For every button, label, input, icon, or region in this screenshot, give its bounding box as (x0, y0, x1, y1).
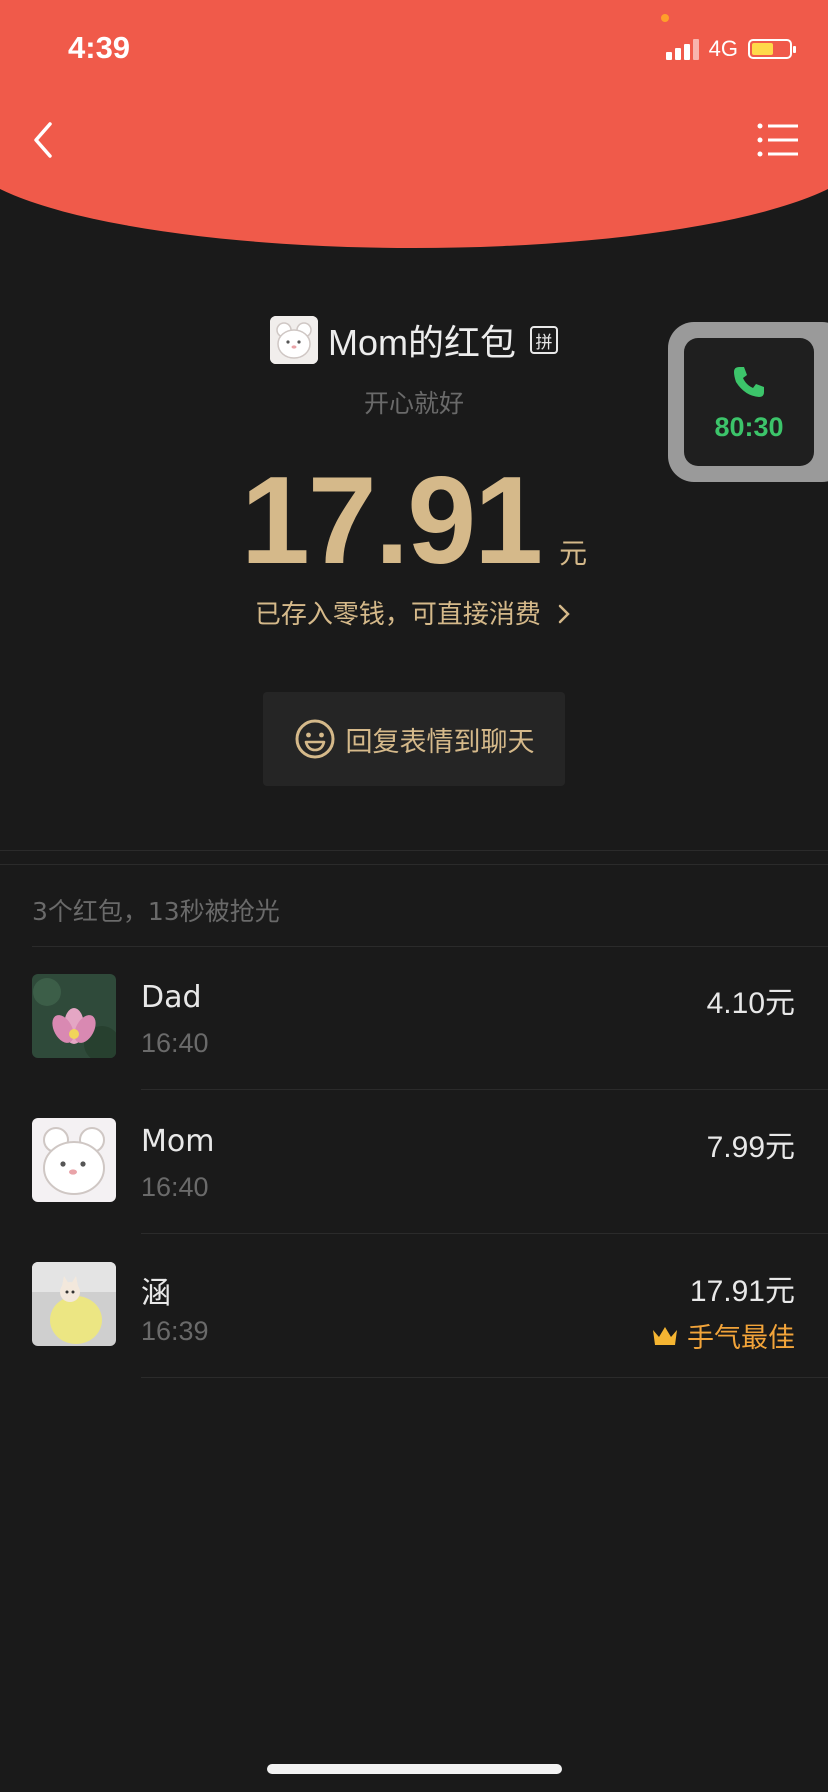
recipient-time: 16:40 (141, 1028, 209, 1058)
section-divider (0, 864, 828, 865)
phone-icon (734, 366, 764, 397)
lotus-avatar-icon (32, 974, 116, 1058)
list-item[interactable]: Dad 16:40 4.10元 (0, 946, 828, 1090)
status-indicators: 4G (665, 36, 796, 62)
network-type: 4G (708, 36, 738, 61)
call-widget-body: 80:30 (684, 338, 814, 466)
recipient-time: 16:39 (141, 1316, 209, 1346)
best-luck-label: 手气最佳 (687, 1323, 795, 1354)
avatar (32, 1262, 116, 1346)
recipient-amount: 4.10元 (706, 987, 795, 1020)
avatar (270, 316, 318, 364)
chevron-right-icon (558, 604, 570, 624)
battery-icon (748, 39, 796, 59)
best-luck-badge: 手气最佳 (651, 1316, 795, 1355)
avatar (32, 974, 116, 1058)
group-packet-badge: 拼 (530, 326, 558, 354)
chevron-left-icon (34, 122, 52, 158)
list-icon (757, 123, 798, 157)
section-divider (0, 850, 828, 851)
avatar (32, 1118, 116, 1202)
recipient-name: Dad (141, 980, 202, 1015)
status-time: 4:39 (68, 30, 131, 65)
menu-button[interactable] (756, 120, 800, 160)
reply-sticker-button[interactable]: 回复表情到聊天 (263, 692, 565, 786)
recipient-amount: 7.99元 (706, 1131, 795, 1164)
call-duration: 80:30 (714, 411, 784, 442)
smiley-icon (295, 719, 334, 759)
bear-avatar-icon (270, 316, 318, 364)
back-button[interactable] (26, 116, 66, 164)
wallet-link-label: 已存入零钱，可直接消费 (254, 600, 541, 630)
list-item[interactable]: 涵 16:39 17.91元 手气最佳 (0, 1234, 828, 1378)
packet-summary: 3个红包，13秒被抢光 (32, 897, 280, 926)
crown-icon (653, 1326, 677, 1345)
wallet-link[interactable]: 已存入零钱，可直接消费 (0, 594, 828, 631)
cat-avatar-icon (32, 1262, 116, 1346)
list-item[interactable]: Mom 16:40 7.99元 (0, 1090, 828, 1234)
recipient-name: 涵 (141, 1276, 171, 1311)
amount-unit: 元 (559, 537, 588, 570)
reply-button-label: 回复表情到聊天 (345, 726, 535, 758)
recipient-time: 16:40 (141, 1172, 209, 1202)
bear-avatar-icon (32, 1118, 116, 1202)
home-indicator[interactable] (267, 1764, 562, 1774)
privacy-indicator-dot (661, 14, 669, 22)
recipient-amount: 17.91元 (689, 1275, 795, 1308)
signal-icon (665, 38, 699, 60)
recipient-name: Mom (141, 1124, 215, 1159)
call-floating-widget[interactable]: 80:30 (668, 322, 828, 482)
sender-name: Mom的红包 (328, 322, 516, 363)
received-amount: 17.91 (240, 452, 543, 590)
row-divider (141, 1377, 828, 1378)
